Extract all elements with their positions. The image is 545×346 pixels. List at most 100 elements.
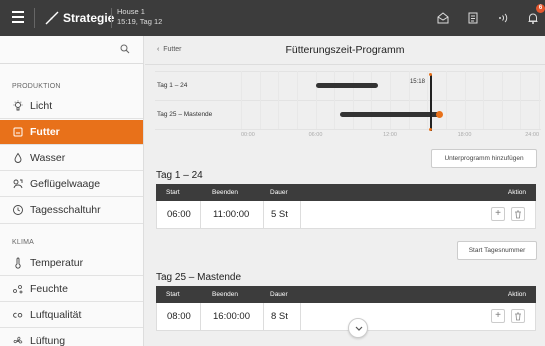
sidebar-item-label: Luftqualität — [30, 309, 82, 321]
main-content: ‹ Futter Fütterungszeit-Programm Tag 1 –… — [145, 36, 545, 346]
sidebar-item-licht[interactable]: Licht — [0, 94, 143, 118]
sidebar-item-feuchte[interactable]: Feuchte — [0, 277, 143, 301]
sidebar-item-futter[interactable]: Futter — [0, 120, 143, 144]
house-time: 15:19, Tag 12 — [117, 17, 163, 26]
table-row: 06:00 11:00:00 5 St + — [156, 201, 536, 229]
table-row: 08:00 16:00:00 8 St + — [156, 303, 536, 331]
timeline-grid-line — [371, 71, 373, 129]
top-bar: Strategie House 1 15:19, Tag 12 6 — [0, 0, 545, 36]
add-icon[interactable]: + — [491, 309, 505, 323]
divider — [0, 301, 143, 302]
sidebar-item-label: Licht — [30, 100, 53, 112]
add-subprogram-button[interactable]: Unterprogramm hinzufügen — [431, 149, 537, 168]
add-icon[interactable]: + — [491, 207, 505, 221]
report-icon[interactable] — [466, 11, 480, 25]
trash-icon[interactable] — [511, 207, 525, 221]
divider — [300, 303, 301, 330]
timeline-grid-line — [539, 71, 540, 129]
sidebar-item-luftqualitaet[interactable]: Luftqualität — [0, 303, 143, 327]
app-title[interactable]: Strategie — [63, 11, 114, 25]
timeline-grid-line — [501, 71, 503, 129]
notification-badge: 6 — [536, 4, 545, 13]
timeline-tick-label: 24:00 — [525, 132, 539, 138]
sidebar-item-lueftung[interactable]: Lüftung — [0, 329, 143, 346]
start-time-value[interactable]: 06:00 — [167, 201, 191, 228]
divider — [200, 303, 201, 330]
column-header-end: Beenden — [212, 189, 239, 196]
divider — [0, 196, 143, 197]
timeline-tick-label: 18:00 — [457, 132, 472, 138]
chevron-down-icon — [355, 326, 363, 331]
duration-value: 5 St — [271, 209, 288, 220]
hamburger-menu-icon[interactable] — [12, 11, 26, 25]
sidebar-item-temperatur[interactable]: Temperatur — [0, 251, 143, 275]
divider — [0, 327, 143, 328]
sidebar: PRODUKTION Licht Futter Wasser Geflügelw… — [0, 36, 144, 346]
divider — [0, 118, 143, 119]
divider — [200, 201, 201, 228]
divider — [34, 8, 35, 28]
sidebar-item-label: Geflügelwaage — [30, 178, 101, 190]
timeline-grid-line — [483, 71, 485, 129]
clock-icon — [13, 205, 23, 215]
current-time-label: 15:18 — [409, 79, 425, 85]
table-header: Start Beenden Dauer Aktion — [156, 286, 536, 303]
divider — [300, 201, 301, 228]
timeline-row-label: Tag 1 – 24 — [157, 82, 188, 89]
feed-icon — [13, 127, 23, 137]
sidebar-item-label: Tagesschaltuhr — [30, 204, 101, 216]
end-time-value[interactable]: 11:00:00 — [213, 201, 249, 228]
sidebar-item-gefluegelwaage[interactable]: Geflügelwaage — [0, 172, 143, 196]
strategy-icon — [45, 11, 59, 25]
trash-icon[interactable] — [511, 309, 525, 323]
search-icon[interactable] — [120, 44, 130, 54]
timeline-grid-line — [155, 129, 541, 130]
divider — [0, 275, 143, 276]
scroll-down-button[interactable] — [348, 318, 368, 338]
bulb-icon — [13, 100, 23, 111]
house-info[interactable]: House 1 15:19, Tag 12 — [117, 7, 162, 27]
timeline-grid-line — [296, 71, 298, 129]
water-drop-icon — [14, 152, 22, 163]
divider — [145, 64, 545, 65]
start-day-number-button[interactable]: Start Tagesnummer — [457, 241, 537, 260]
divider — [263, 201, 264, 228]
current-time-marker — [429, 72, 433, 76]
timeline-grid-line — [278, 71, 280, 129]
schedule-timeline: Tag 1 – 24 Tag 25 – Mastende 00:00 06:00 1… — [155, 71, 541, 143]
active-period-marker — [436, 110, 444, 118]
sidebar-item-label: Lüftung — [30, 335, 66, 346]
sidebar-item-tagesschaltuhr[interactable]: Tagesschaltuhr — [0, 198, 143, 222]
page-title: Fütterungszeit-Programm — [285, 44, 405, 56]
co2-icon — [13, 312, 23, 318]
sidebar-item-wasser[interactable]: Wasser — [0, 146, 143, 170]
sidebar-item-label: Feuchte — [30, 283, 68, 295]
bell-icon[interactable] — [526, 11, 540, 25]
feeding-period-bar[interactable] — [315, 82, 378, 88]
program-title: Tag 1 – 24 — [156, 170, 203, 181]
timeline-grid-line — [334, 71, 336, 129]
timeline-grid-line — [520, 71, 522, 129]
divider — [263, 303, 264, 330]
column-header-end: Beenden — [212, 291, 239, 298]
sidebar-item-label: Futter — [30, 126, 60, 138]
start-time-value[interactable]: 08:00 — [167, 303, 191, 330]
sidebar-item-label: Temperatur — [30, 257, 84, 269]
thermometer-icon — [15, 257, 21, 269]
timeline-tick-label: 06:00 — [308, 132, 323, 138]
feeding-period-bar[interactable] — [340, 111, 440, 117]
end-time-value[interactable]: 16:00:00 — [213, 303, 250, 330]
timeline-grid-line — [352, 71, 354, 129]
sidebar-search[interactable] — [0, 36, 144, 64]
table-header: Start Beenden Dauer Aktion — [156, 184, 536, 201]
section-label-klima: KLIMA — [12, 239, 35, 246]
divider — [111, 8, 112, 28]
inbox-icon[interactable] — [436, 11, 450, 25]
column-header-action: Aktion — [507, 291, 526, 298]
divider — [0, 223, 143, 224]
fan-icon — [13, 336, 23, 344]
humidity-icon — [13, 285, 23, 294]
timeline-grid-line — [241, 71, 242, 129]
column-header-duration: Dauer — [270, 291, 288, 298]
signal-icon[interactable] — [496, 11, 510, 25]
